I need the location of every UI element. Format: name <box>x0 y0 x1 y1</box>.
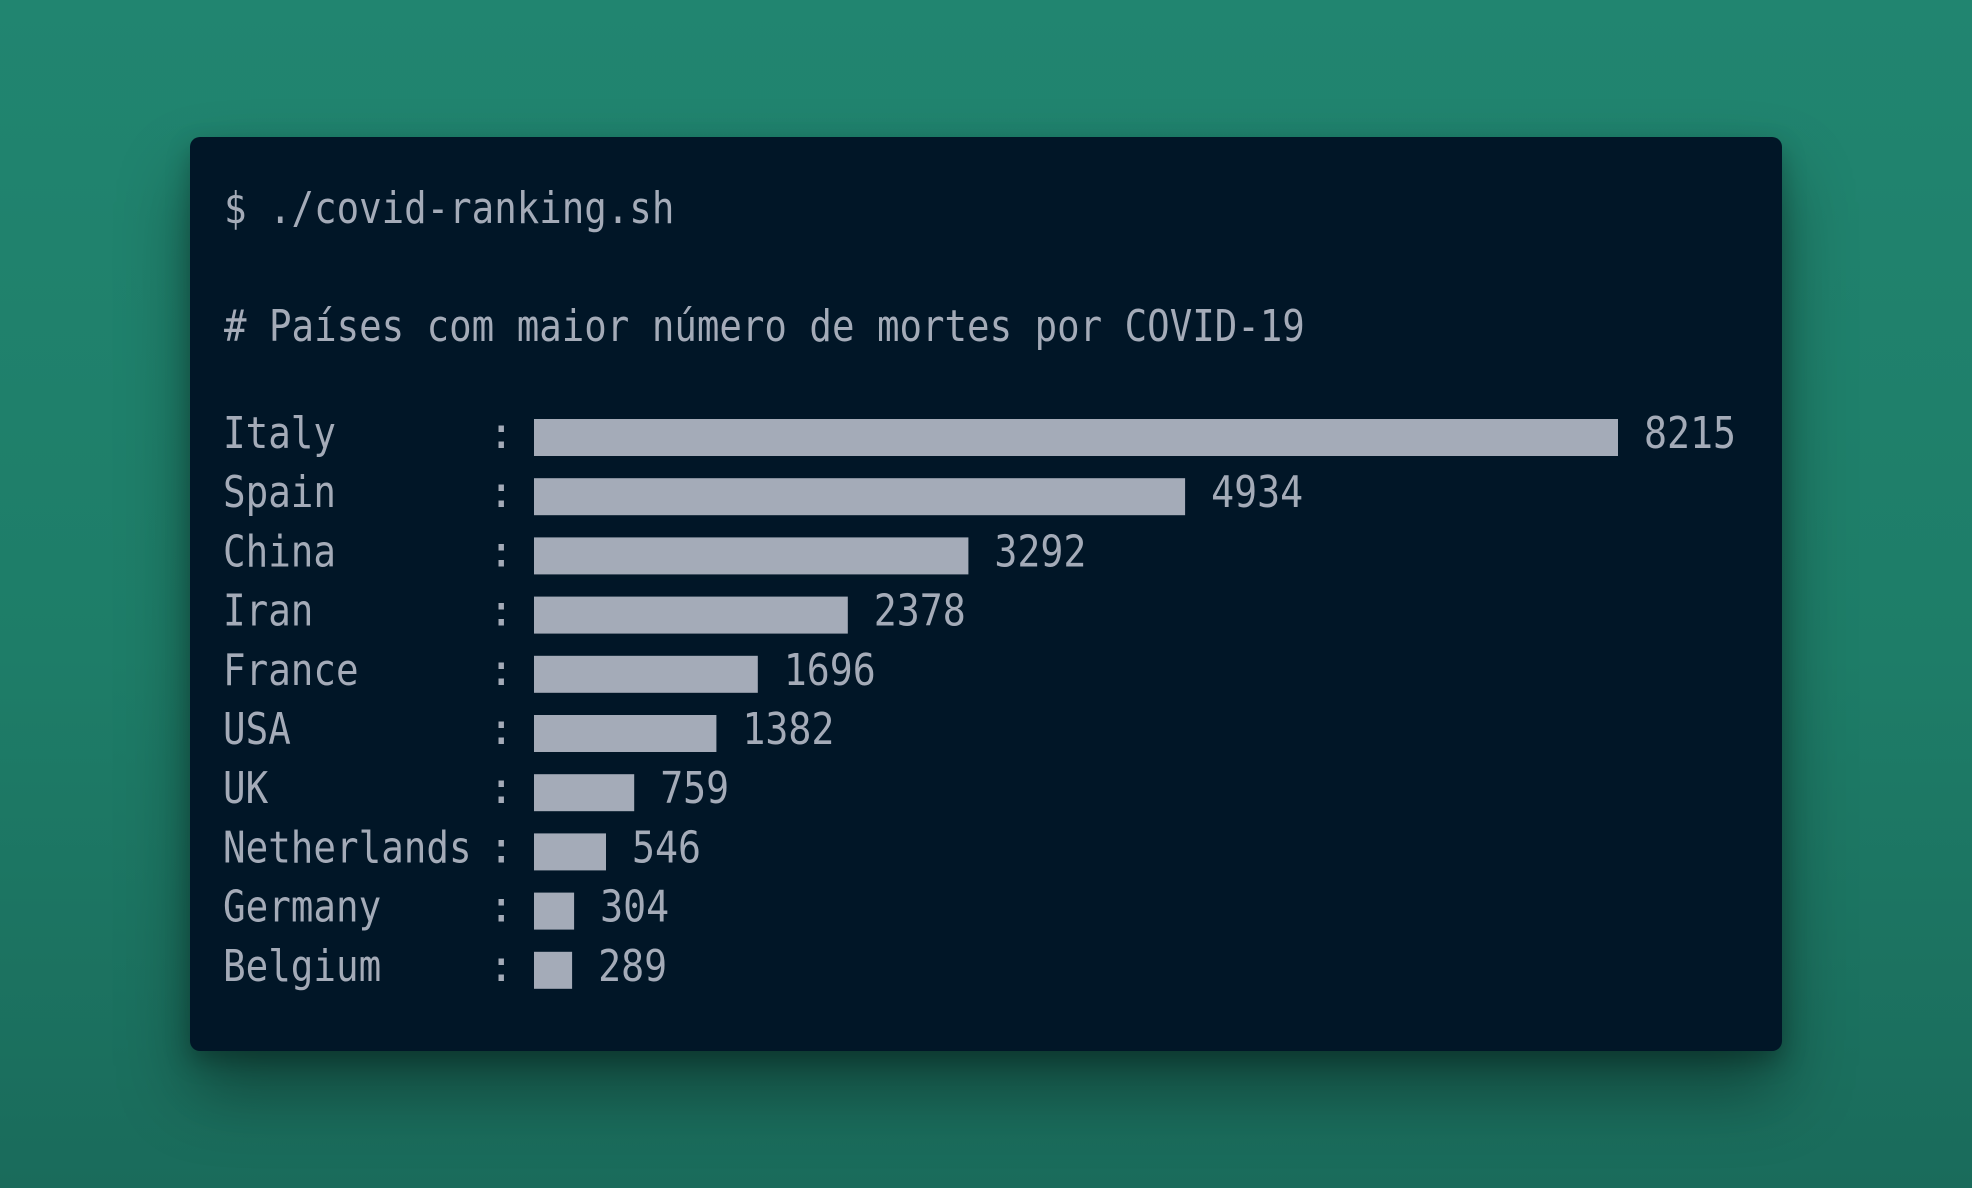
country-label-spain: Spain <box>223 467 336 518</box>
country-label-france: France <box>223 645 359 696</box>
country-label-usa: USA <box>223 704 291 755</box>
bar-iran <box>534 596 848 634</box>
country-label-china: China <box>223 526 336 577</box>
value-label-netherlands: 546 <box>632 822 701 873</box>
separator-colon: : <box>488 941 515 992</box>
value-label-italy: 8215 <box>1644 408 1736 459</box>
country-label-iran: Iran <box>223 586 313 637</box>
value-label-iran: 2378 <box>874 586 966 637</box>
country-label-belgium: Belgium <box>223 941 381 992</box>
bar-netherlands <box>534 833 606 871</box>
separator-colon: : <box>488 586 515 637</box>
separator-colon: : <box>488 704 515 755</box>
bar-china <box>534 537 969 575</box>
value-label-france: 1696 <box>784 645 876 696</box>
separator-colon: : <box>488 822 515 873</box>
separator-colon: : <box>488 763 515 814</box>
value-label-germany: 304 <box>600 882 669 933</box>
bar-france <box>534 655 758 693</box>
bar-germany <box>534 892 575 930</box>
separator-colon: : <box>488 645 515 696</box>
value-label-uk: 759 <box>660 763 729 814</box>
country-label-germany: Germany <box>223 882 381 933</box>
country-label-netherlands: Netherlands <box>223 822 472 873</box>
separator-colon: : <box>488 882 515 933</box>
bar-usa <box>534 715 717 752</box>
country-label-italy: Italy <box>223 408 336 459</box>
bar-uk <box>534 774 635 812</box>
terminal-window: $ ./covid-ranking.sh # Países com maior … <box>190 137 1782 1051</box>
value-label-china: 3292 <box>994 526 1086 577</box>
bar-italy <box>534 419 1618 456</box>
bar-spain <box>534 478 1186 516</box>
country-label-uk: UK <box>223 763 269 814</box>
separator-colon: : <box>488 408 515 459</box>
separator-colon: : <box>488 526 515 577</box>
bar-chart: Italy: 8215 Spain: 4934 China: 3292 Iran: 2378 F… <box>223 408 1736 992</box>
value-label-belgium: 289 <box>598 941 667 992</box>
value-label-usa: 1382 <box>742 704 834 755</box>
bar-belgium <box>534 951 573 989</box>
value-label-spain: 4934 <box>1211 467 1303 518</box>
separator-colon: : <box>488 467 515 518</box>
